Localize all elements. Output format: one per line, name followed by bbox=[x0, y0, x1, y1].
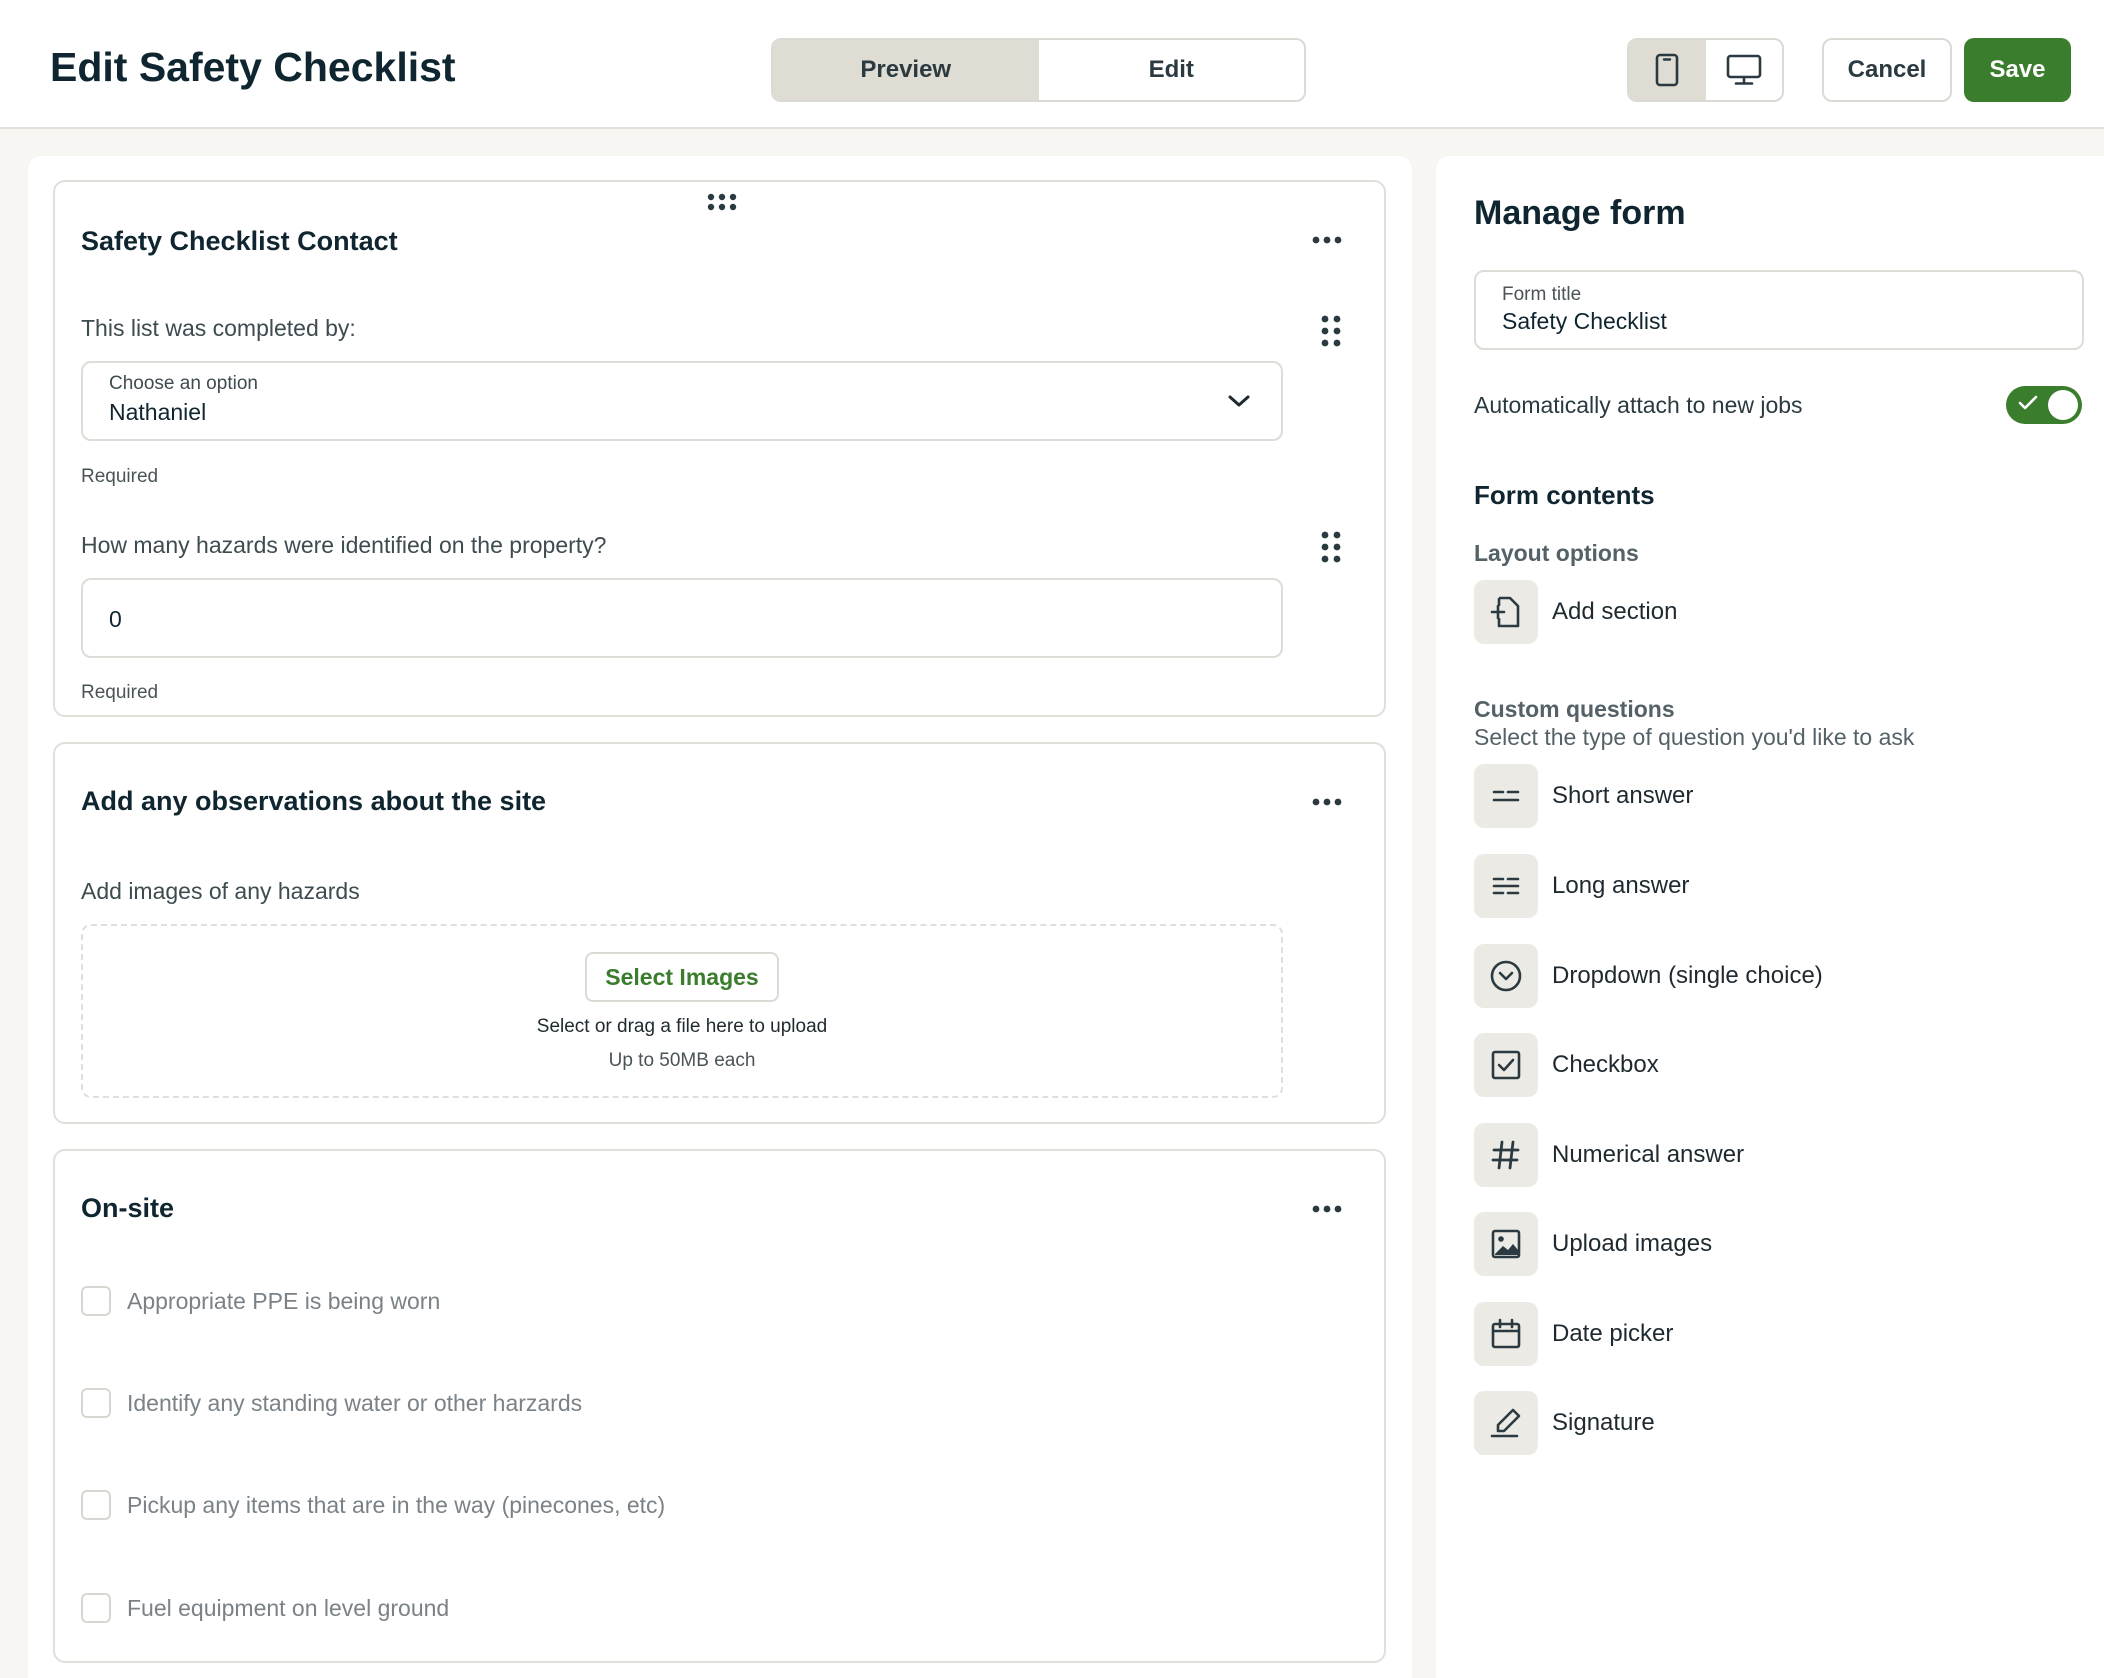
view-mode-switch: Preview Edit bbox=[771, 38, 1306, 102]
upload-size-limit: Up to 50MB each bbox=[608, 1050, 756, 1071]
auto-attach-label: Automatically attach to new jobs bbox=[1474, 392, 1803, 418]
drag-handle-vertical-icon[interactable] bbox=[1319, 530, 1343, 564]
signature-icon bbox=[1490, 1408, 1521, 1438]
checkbox[interactable] bbox=[81, 1593, 111, 1623]
check-icon bbox=[2018, 395, 2038, 410]
checklist-item[interactable]: Appropriate PPE is being worn bbox=[81, 1286, 440, 1316]
form-section-card: Safety Checklist Contact This list was c… bbox=[53, 180, 1386, 717]
form-section-card: On-site Appropriate PPE is being worn Id… bbox=[53, 1149, 1386, 1663]
chevron-down-icon bbox=[1228, 395, 1250, 407]
required-hint: Required bbox=[81, 682, 159, 703]
checklist-item[interactable]: Fuel equipment on level ground bbox=[81, 1593, 449, 1623]
app-header: Edit Safety Checklist Preview Edit Cance… bbox=[0, 0, 2104, 129]
form-contents-heading: Form contents bbox=[1474, 480, 1655, 510]
date-picker-option[interactable]: Date picker bbox=[1474, 1302, 1673, 1366]
numerical-answer-option[interactable]: Numerical answer bbox=[1474, 1123, 1744, 1187]
drag-handle-vertical-icon[interactable] bbox=[1319, 314, 1343, 348]
checkbox[interactable] bbox=[81, 1388, 111, 1418]
more-horizontal-icon bbox=[1312, 236, 1342, 244]
section-more-button[interactable] bbox=[1307, 1199, 1347, 1219]
section-title: Add any observations about the site bbox=[81, 786, 547, 816]
add-section-icon bbox=[1490, 596, 1520, 628]
option-label: Long answer bbox=[1552, 872, 1690, 899]
page-title: Edit Safety Checklist bbox=[50, 44, 456, 90]
more-horizontal-icon bbox=[1312, 798, 1342, 806]
image-upload-dropzone[interactable]: Select Images Select or drag a file here… bbox=[81, 924, 1283, 1098]
desktop-view-button[interactable] bbox=[1706, 40, 1783, 100]
checkbox-label: Identify any standing water or other har… bbox=[127, 1389, 583, 1416]
select-caption: Choose an option bbox=[109, 373, 258, 394]
more-horizontal-icon bbox=[1312, 1205, 1342, 1213]
section-title: Safety Checklist Contact bbox=[81, 226, 398, 256]
checkbox-icon bbox=[1491, 1050, 1521, 1080]
upload-images-option[interactable]: Upload images bbox=[1474, 1212, 1712, 1276]
question-label: Add images of any hazards bbox=[81, 878, 360, 904]
option-label: Signature bbox=[1552, 1409, 1655, 1436]
save-button[interactable]: Save bbox=[1964, 38, 2071, 102]
short-answer-icon bbox=[1492, 790, 1520, 802]
signature-option[interactable]: Signature bbox=[1474, 1391, 1655, 1455]
drag-handle-horizontal-icon[interactable] bbox=[707, 192, 737, 212]
checkbox[interactable] bbox=[81, 1490, 111, 1520]
mobile-view-button[interactable] bbox=[1629, 40, 1706, 100]
select-value: Nathaniel bbox=[109, 399, 207, 425]
layout-options-heading: Layout options bbox=[1474, 540, 1639, 566]
option-label: Checkbox bbox=[1552, 1051, 1659, 1078]
option-label: Numerical answer bbox=[1552, 1141, 1745, 1168]
section-more-button[interactable] bbox=[1307, 230, 1347, 250]
add-section-option[interactable]: Add section bbox=[1474, 580, 1677, 644]
long-answer-option[interactable]: Long answer bbox=[1474, 854, 1689, 918]
checkbox-label: Appropriate PPE is being worn bbox=[127, 1287, 441, 1314]
checklist-item[interactable]: Pickup any items that are in the way (pi… bbox=[81, 1490, 665, 1520]
option-label: Add section bbox=[1552, 598, 1678, 625]
dropdown-option[interactable]: Dropdown (single choice) bbox=[1474, 944, 1823, 1008]
cancel-button[interactable]: Cancel bbox=[1822, 38, 1952, 102]
checkbox-label: Fuel equipment on level ground bbox=[127, 1594, 450, 1621]
question-label: How many hazards were identified on the … bbox=[81, 532, 607, 558]
option-label: Dropdown (single choice) bbox=[1552, 962, 1823, 989]
custom-questions-description: Select the type of question you'd like t… bbox=[1474, 724, 1915, 750]
upload-instructions: Select or drag a file here to upload bbox=[536, 1016, 828, 1037]
form-title-input[interactable]: Form title Safety Checklist bbox=[1474, 270, 2084, 350]
short-answer-option[interactable]: Short answer bbox=[1474, 764, 1693, 828]
tab-preview[interactable]: Preview bbox=[773, 40, 1039, 100]
mobile-device-icon bbox=[1655, 53, 1679, 87]
option-label: Date picker bbox=[1552, 1320, 1674, 1347]
required-hint: Required bbox=[81, 466, 159, 487]
checkbox-option[interactable]: Checkbox bbox=[1474, 1033, 1659, 1097]
manage-form-panel: Manage form Form title Safety Checklist … bbox=[1436, 156, 2104, 1678]
option-label: Short answer bbox=[1552, 782, 1694, 809]
option-label: Upload images bbox=[1552, 1230, 1713, 1257]
checkbox[interactable] bbox=[81, 1286, 111, 1316]
custom-questions-heading: Custom questions bbox=[1474, 696, 1675, 722]
form-title-value: Safety Checklist bbox=[1502, 308, 1667, 334]
toggle-knob bbox=[2048, 390, 2078, 420]
section-more-button[interactable] bbox=[1307, 792, 1347, 812]
checkbox-label: Pickup any items that are in the way (pi… bbox=[127, 1491, 666, 1518]
select-images-button[interactable]: Select Images bbox=[585, 952, 779, 1002]
auto-attach-toggle[interactable] bbox=[2006, 386, 2082, 424]
long-answer-icon bbox=[1492, 877, 1520, 895]
form-section-card: Add any observations about the site Add … bbox=[53, 742, 1386, 1124]
question-label: This list was completed by: bbox=[81, 315, 356, 341]
calendar-icon bbox=[1491, 1318, 1521, 1349]
image-icon bbox=[1491, 1229, 1521, 1259]
form-title-caption: Form title bbox=[1502, 284, 1582, 305]
hazard-count-input[interactable]: 0 bbox=[81, 578, 1283, 658]
section-title: On-site bbox=[81, 1193, 175, 1223]
panel-title: Manage form bbox=[1474, 194, 1686, 232]
tab-edit[interactable]: Edit bbox=[1039, 40, 1305, 100]
input-value: 0 bbox=[109, 606, 122, 632]
device-preview-toggle bbox=[1627, 38, 1784, 102]
checklist-item[interactable]: Identify any standing water or other har… bbox=[81, 1388, 582, 1418]
completed-by-select[interactable]: Choose an option Nathaniel bbox=[81, 361, 1283, 441]
dropdown-icon bbox=[1490, 960, 1522, 992]
hash-icon bbox=[1491, 1140, 1520, 1170]
desktop-monitor-icon bbox=[1726, 54, 1762, 85]
